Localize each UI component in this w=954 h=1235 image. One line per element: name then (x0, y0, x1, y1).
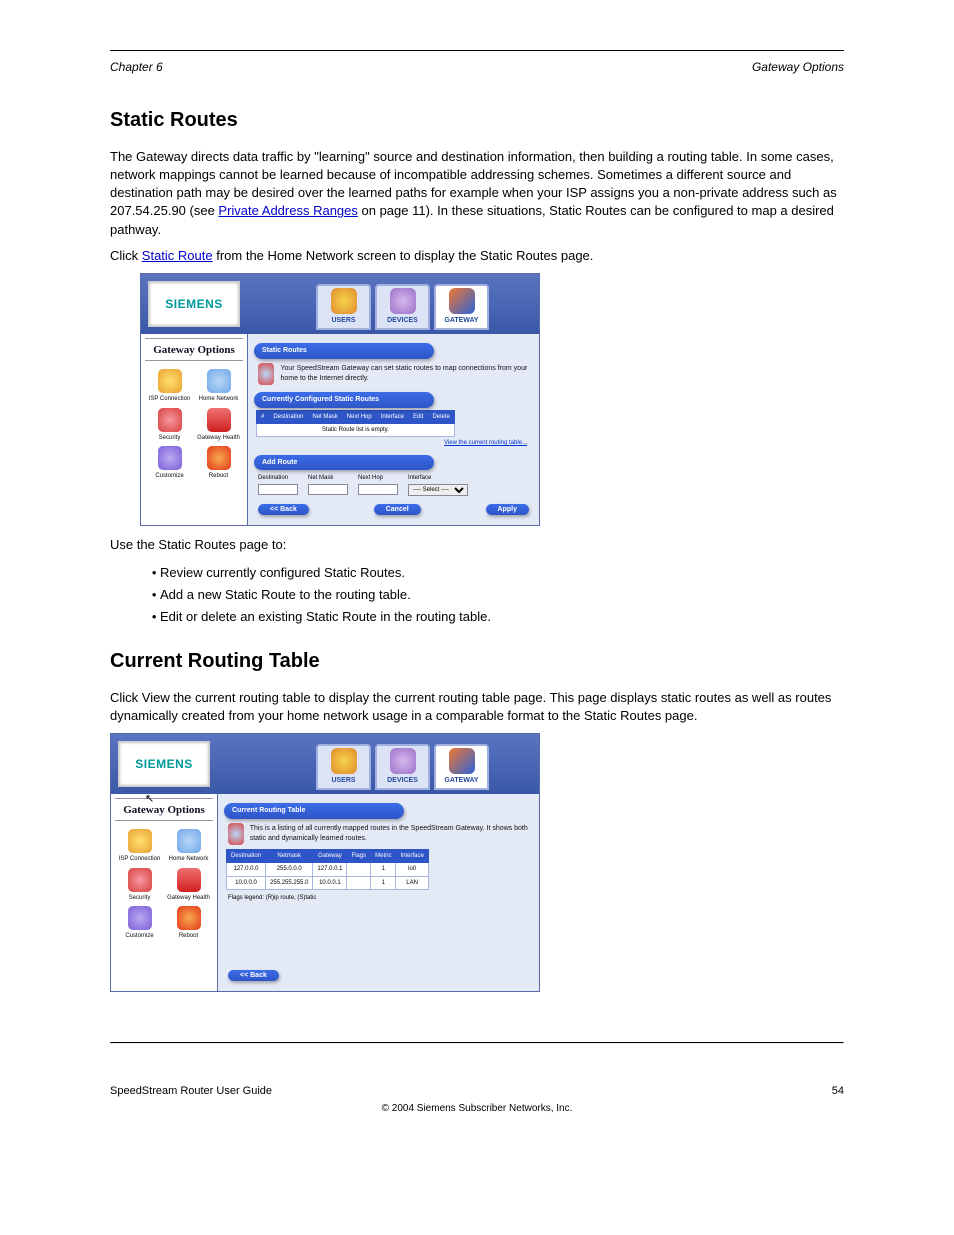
static-routes-bullets: Review currently configured Static Route… (160, 564, 844, 627)
input-nexthop[interactable] (358, 484, 398, 495)
chapter-label: Chapter 6 (110, 59, 163, 76)
back-button[interactable]: << Back (228, 970, 279, 981)
empty-msg: Static Route list is empty. (257, 423, 455, 436)
home-icon (177, 829, 201, 853)
sidebar-title: Gateway Options (115, 798, 213, 821)
routing-table: Destination Netmask Gateway Flags Metric… (226, 849, 429, 890)
security-icon (128, 868, 152, 892)
isp-icon (158, 369, 182, 393)
tab-users[interactable]: USERS (316, 284, 371, 330)
sidebar-title: Gateway Options (145, 338, 243, 361)
sidebar-item-health[interactable]: Gateway Health (194, 406, 243, 444)
static-routes-use-intro: Use the Static Routes page to: (110, 536, 844, 554)
gateway-icon (449, 288, 475, 314)
table-row: 127.0.0.0255.0.0.0127.0.0.11lo0 (227, 863, 429, 876)
cancel-button[interactable]: Cancel (374, 504, 421, 515)
pill-current-routing: Current Routing Table (224, 803, 404, 819)
routes-icon (258, 363, 274, 385)
health-icon (207, 408, 231, 432)
link-private-address-ranges[interactable]: Private Address Ranges (218, 203, 357, 218)
tab-devices[interactable]: DEVICES (375, 744, 430, 790)
sidebar-item-isp[interactable]: ISP Connection (115, 827, 164, 865)
devices-icon (390, 748, 416, 774)
input-netmask[interactable] (308, 484, 348, 495)
reboot-icon (177, 906, 201, 930)
sidebar-item-customize[interactable]: Customize (115, 904, 164, 942)
back-button[interactable]: << Back (258, 504, 309, 515)
link-static-route[interactable]: Static Route (142, 248, 213, 263)
static-desc: Your SpeedStream Gateway can set static … (280, 364, 533, 384)
static-routes-para2: Click Static Route from the Home Network… (110, 247, 844, 265)
link-view-routing-table[interactable]: View the current routing table... (254, 439, 527, 447)
home-icon (207, 369, 231, 393)
screenshot-current-routing: SIEMENS USERS DEVICES GATEWAY (110, 733, 540, 992)
health-icon (177, 868, 201, 892)
gateway-icon (449, 748, 475, 774)
heading-static-routes: Static Routes (110, 106, 844, 134)
users-icon (331, 288, 357, 314)
sidebar-item-health[interactable]: Gateway Health (164, 866, 213, 904)
screenshot-static-routes: SIEMENS USERS DEVICES GATEWAY (140, 273, 540, 526)
isp-icon (128, 829, 152, 853)
routes-icon (228, 823, 244, 845)
input-destination[interactable] (258, 484, 298, 495)
pill-add-route: Add Route (254, 455, 434, 471)
table-row: 10.0.0.0255.255.255.010.0.0.11LAN (227, 876, 429, 889)
users-icon (331, 748, 357, 774)
current-routing-para: Click View the current routing table to … (110, 689, 844, 725)
sidebar-item-security[interactable]: Security (145, 406, 194, 444)
static-routes-para1: The Gateway directs data traffic by "lea… (110, 148, 844, 239)
sidebar-item-reboot[interactable]: Reboot (194, 444, 243, 482)
customize-icon (158, 446, 182, 470)
select-interface[interactable]: ---- Select ---- (408, 484, 468, 496)
sidebar-item-security[interactable]: Security (115, 866, 164, 904)
customize-icon (128, 906, 152, 930)
sidebar-item-home[interactable]: Home Network (164, 827, 213, 865)
apply-button[interactable]: Apply (486, 504, 529, 515)
current-routing-desc: This is a listing of all currently mappe… (250, 824, 533, 844)
sidebar-item-home[interactable]: Home Network (194, 367, 243, 405)
footer-title: SpeedStream Router User Guide (110, 1084, 272, 1099)
configured-routes-table: # Destination Net Mask Next Hop Interfac… (256, 410, 455, 438)
pill-static-routes: Static Routes (254, 343, 434, 359)
brand-logo: SIEMENS (148, 281, 240, 327)
reboot-icon (207, 446, 231, 470)
footer-page: 54 (832, 1084, 844, 1099)
security-icon (158, 408, 182, 432)
footer-copyright: © 2004 Siemens Subscriber Networks, Inc. (110, 1102, 844, 1116)
tab-devices[interactable]: DEVICES (375, 284, 430, 330)
tab-gateway[interactable]: GATEWAY (434, 744, 489, 790)
tab-gateway[interactable]: GATEWAY (434, 284, 489, 330)
sidebar-item-customize[interactable]: Customize (145, 444, 194, 482)
sidebar-item-reboot[interactable]: Reboot (164, 904, 213, 942)
tab-users[interactable]: USERS (316, 744, 371, 790)
brand-logo: SIEMENS (118, 741, 210, 787)
heading-current-routing-table: Current Routing Table (110, 647, 844, 675)
flags-legend: Flags legend: (R)ip route, (S)tatic (224, 892, 533, 904)
devices-icon (390, 288, 416, 314)
pill-current-configured: Currently Configured Static Routes (254, 392, 434, 408)
sidebar-item-isp[interactable]: ISP Connection (145, 367, 194, 405)
section-label: Gateway Options (752, 59, 844, 76)
